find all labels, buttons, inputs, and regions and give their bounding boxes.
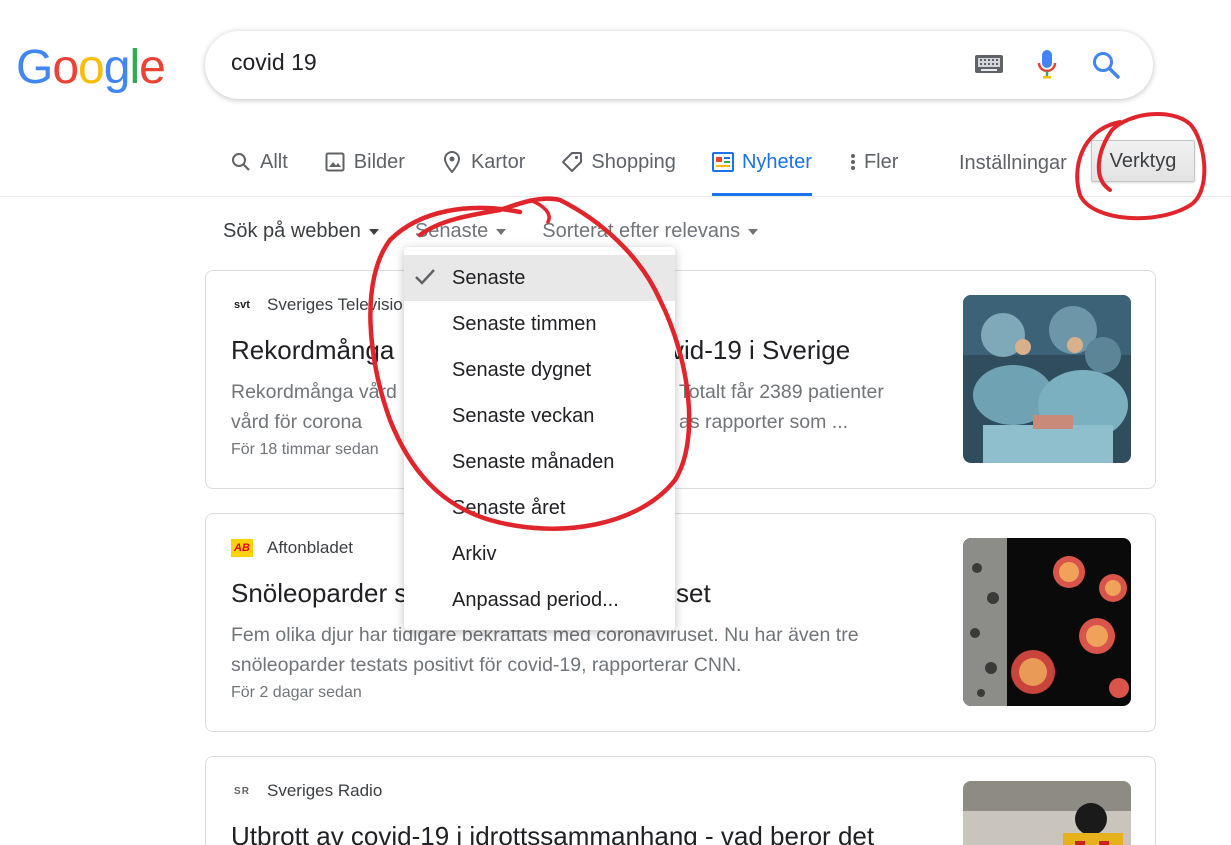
tab-more[interactable]: Fler (848, 140, 898, 184)
news-result-card[interactable]: SR Sveriges Radio Utbrott av covid-19 i … (205, 756, 1156, 845)
menu-item-past-month[interactable]: Senaste månaden (404, 439, 675, 485)
result-title-left: Snöleoparder s (231, 578, 408, 608)
tab-maps[interactable]: Kartor (441, 140, 525, 184)
search-icon[interactable] (1091, 50, 1121, 80)
tab-label: Bilder (353, 150, 405, 173)
tab-all[interactable]: Allt (230, 140, 288, 184)
search-tools-row: Sök på webben Senaste Sorterat efter rel… (223, 220, 794, 243)
menu-item-past-hour[interactable]: Senaste timmen (404, 301, 675, 347)
tab-label: Allt (260, 150, 288, 173)
snippet-line1-left: Rekordmånga vård (231, 381, 397, 403)
tools-button[interactable]: Verktyg (1091, 140, 1195, 182)
snippet-line2: snöleoparder testats positivt för covid-… (231, 654, 742, 676)
result-title-right: set (676, 578, 711, 608)
menu-item-label: Senaste året (452, 496, 566, 519)
tab-label: Kartor (470, 150, 526, 173)
snippet-line2-left: vård för corona (231, 411, 363, 433)
result-time: För 2 dagar sedan (231, 684, 362, 701)
microphone-icon[interactable] (1037, 49, 1057, 81)
tab-news[interactable]: Nyheter (711, 140, 812, 196)
menu-item-past-day[interactable]: Senaste dygnet (404, 347, 675, 393)
snippet-line1-right: Totalt får 2389 patienter (679, 381, 884, 403)
caret-down-icon (368, 228, 379, 235)
tag-icon (561, 151, 583, 173)
search-tabs: Allt Bilder Kartor Shopping Nyheter Fler (230, 140, 934, 196)
search-icon (230, 151, 252, 173)
search-web-dropdown[interactable]: Sök på webben (223, 220, 379, 243)
source-name: Sveriges Televisio (267, 295, 403, 314)
tab-label: Shopping (591, 150, 676, 173)
coronavirus-thumbnail[interactable] (963, 538, 1131, 706)
settings-link[interactable]: Inställningar (959, 152, 1067, 175)
result-time: För 18 timmar sedan (231, 441, 379, 458)
sort-dropdown[interactable]: Sorterat efter relevans (542, 220, 759, 243)
aftonbladet-logo: AB (231, 539, 253, 557)
result-source: AB Aftonbladet (231, 538, 353, 558)
menu-item-label: Anpassad period... (452, 588, 619, 611)
menu-item-label: Senaste timmen (452, 312, 597, 335)
menu-item-recent[interactable]: Senaste (404, 255, 675, 301)
search-input[interactable]: covid 19 (231, 49, 317, 76)
source-name: Aftonbladet (267, 538, 354, 557)
tab-label: Fler (863, 150, 899, 173)
checkmark-icon (415, 269, 435, 285)
header-divider (0, 196, 1231, 197)
news-result-card[interactable]: svt Sveriges Televisio Rekordmånga vid-1… (205, 270, 1156, 489)
keyboard-icon[interactable] (975, 55, 1003, 73)
tab-shopping[interactable]: Shopping (561, 140, 676, 184)
source-name: Sveriges Radio (267, 781, 383, 800)
menu-item-custom-range[interactable]: Anpassad period... (404, 577, 675, 623)
svt-logo: svt (234, 299, 250, 311)
hockey-thumbnail[interactable] (963, 781, 1131, 845)
menu-item-label: Senaste dygnet (452, 358, 591, 381)
news-icon (711, 151, 734, 173)
caret-down-icon (748, 228, 759, 235)
sort-label: Sorterat efter relevans (542, 220, 741, 242)
tab-images[interactable]: Bilder (324, 140, 405, 184)
result-source: SR Sveriges Radio (231, 781, 382, 801)
result-title-left: Rekordmånga (231, 335, 395, 365)
menu-item-past-year[interactable]: Senaste året (404, 485, 675, 531)
tab-label: Nyheter (741, 150, 812, 173)
menu-item-label: Senaste månaden (452, 450, 615, 473)
more-vert-icon (848, 151, 858, 173)
menu-item-past-week[interactable]: Senaste veckan (404, 393, 675, 439)
menu-item-label: Arkiv (452, 542, 497, 565)
news-result-card[interactable]: AB Aftonbladet Snöleoparder s set Fem ol… (205, 513, 1156, 732)
menu-item-label: Senaste veckan (452, 404, 595, 427)
google-logo[interactable]: Google (16, 40, 166, 95)
menu-item-archive[interactable]: Arkiv (404, 531, 675, 577)
surgery-thumbnail[interactable] (963, 295, 1131, 463)
time-filter-dropdown[interactable]: Senaste (414, 220, 507, 243)
search-box[interactable]: covid 19 (205, 31, 1153, 99)
sveriges-radio-logo: SR (234, 785, 250, 797)
snippet-line2-right: as rapporter som ... (679, 411, 849, 433)
image-icon (324, 151, 346, 173)
search-web-label: Sök på webben (223, 220, 361, 242)
result-source: svt Sveriges Televisio (231, 295, 403, 315)
map-pin-icon (441, 151, 463, 173)
result-title[interactable]: Utbrott av covid-19 i idrottssammanhang … (231, 821, 874, 845)
time-filter-menu: Senaste Senaste timmen Senaste dygnet Se… (404, 247, 675, 630)
caret-down-icon (496, 228, 507, 235)
time-filter-label: Senaste (414, 220, 489, 242)
result-title-right: vid-19 i Sverige (671, 335, 851, 365)
menu-item-label: Senaste (452, 266, 526, 289)
